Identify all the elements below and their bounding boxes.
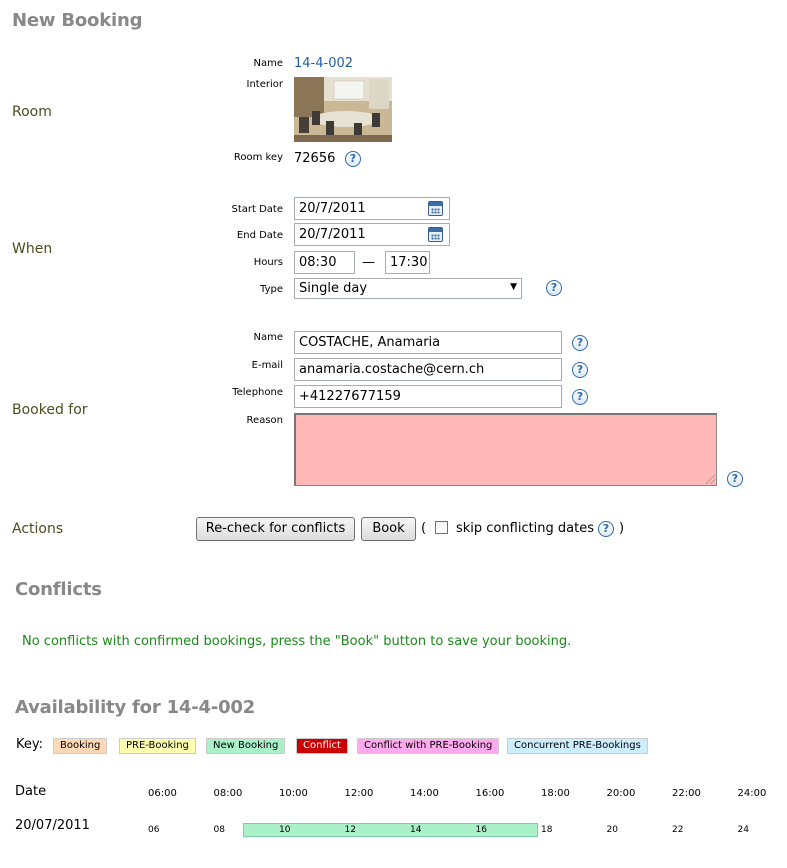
hour-mark: 14 [410,825,422,835]
skip-conflicting-dates-checkbox[interactable] [435,521,448,534]
room-name-label: Name [253,58,283,69]
reason-textarea[interactable] [294,413,717,486]
hours-from-input[interactable]: 08:30 [294,251,355,274]
room-key-value: 72656 [294,151,336,166]
hour-mark: 18 [541,825,553,835]
hour-header: 12:00 [344,788,374,799]
key-label: Key: [16,737,44,752]
hour-header: 20:00 [606,788,636,799]
booked-for-name-label: Name [253,332,283,343]
row-date: 20/07/2011 [15,818,90,833]
date-column-header: Date [15,784,47,799]
hours-to-input[interactable]: 17:30 [385,251,430,274]
hour-header: 06:00 [148,788,177,799]
telephone-input[interactable]: +41227677159 [294,385,562,408]
reason-label: Reason [246,415,283,426]
key-booking: Booking [53,738,108,754]
hour-header: 10:00 [279,788,308,799]
recheck-conflicts-button[interactable]: Re-check for conflicts [196,517,355,541]
hour-mark: 12 [344,825,356,835]
telephone-value: +41227677159 [299,389,401,404]
end-date-input[interactable]: 20/7/2011 [294,223,450,246]
telephone-label: Telephone [232,387,283,398]
email-value: anamaria.costache@cern.ch [299,362,485,377]
page-title: New Booking [12,10,143,31]
name-help-icon[interactable]: ? [572,335,588,351]
skip-conflicting-dates-label: skip conflicting dates [456,521,595,536]
hour-mark: 22 [672,825,684,835]
start-date-calendar-icon[interactable] [428,201,443,216]
room-photo-image [294,77,392,142]
hour-mark: 06 [148,825,160,835]
room-interior-photo[interactable] [294,77,392,142]
hours-label: Hours [253,257,283,268]
start-date-input[interactable]: 20/7/2011 [294,197,450,220]
email-label: E-mail [251,360,283,371]
end-date-value: 20/7/2011 [299,227,366,242]
type-label: Type [260,284,283,295]
reason-help-icon[interactable]: ? [727,471,743,487]
hour-header: 16:00 [475,788,505,799]
key-new-booking: New Booking [206,738,286,754]
resize-grip-icon[interactable] [706,475,715,484]
room-section-label: Room [12,104,52,120]
email-input[interactable]: anamaria.costache@cern.ch [294,358,562,381]
end-date-calendar-icon[interactable] [428,227,443,242]
chevron-down-icon: ▼ [510,282,517,292]
email-help-icon[interactable]: ? [572,362,588,378]
end-date-label: End Date [236,230,283,241]
hour-header: 24:00 [737,788,767,799]
room-key-label: Room key [233,152,283,163]
start-date-label: Start Date [231,204,283,215]
hour-mark: 16 [475,825,487,835]
booked-for-name-value: COSTACHE, Anamaria [299,335,441,350]
actions-section-label: Actions [12,521,64,537]
hours-separator: — [362,255,375,270]
telephone-help-icon[interactable]: ? [572,389,588,405]
key-concurrent-pre-bookings: Concurrent PRE-Bookings [507,738,648,754]
type-select[interactable]: Single day ▼ [294,278,522,299]
hours-from-value: 08:30 [299,255,337,270]
room-name-link[interactable]: 14-4-002 [294,56,353,71]
hour-header: 08:00 [213,788,243,799]
when-section-label: When [12,241,53,257]
hour-header: 18:00 [541,788,570,799]
type-select-value: Single day [299,281,368,296]
booked-for-section-label: Booked for [12,402,88,418]
type-help-icon[interactable]: ? [546,280,562,296]
key-pre-booking: PRE-Booking [119,738,196,754]
hour-header: 22:00 [672,788,701,799]
no-conflicts-message: No conflicts with confirmed bookings, pr… [22,634,572,649]
hour-mark: 24 [737,825,749,835]
close-paren: ) [619,521,625,536]
room-interior-label: Interior [246,79,283,90]
hour-header: 14:00 [410,788,439,799]
key-conflict: Conflict [296,738,348,754]
open-paren: ( [421,521,427,536]
booked-for-name-input[interactable]: COSTACHE, Anamaria [294,331,562,354]
hour-mark: 08 [213,825,225,835]
hour-mark: 20 [606,825,618,835]
hours-to-value: 17:30 [390,255,428,270]
conflicts-title: Conflicts [15,579,102,600]
skip-help-icon[interactable]: ? [598,521,614,537]
start-date-value: 20/7/2011 [299,201,366,216]
key-conflict-with-pre-booking: Conflict with PRE-Booking [357,738,500,754]
availability-title: Availability for 14-4-002 [15,697,256,718]
book-button[interactable]: Book [361,517,416,541]
room-key-help-icon[interactable]: ? [345,151,361,167]
hour-mark: 10 [279,825,291,835]
